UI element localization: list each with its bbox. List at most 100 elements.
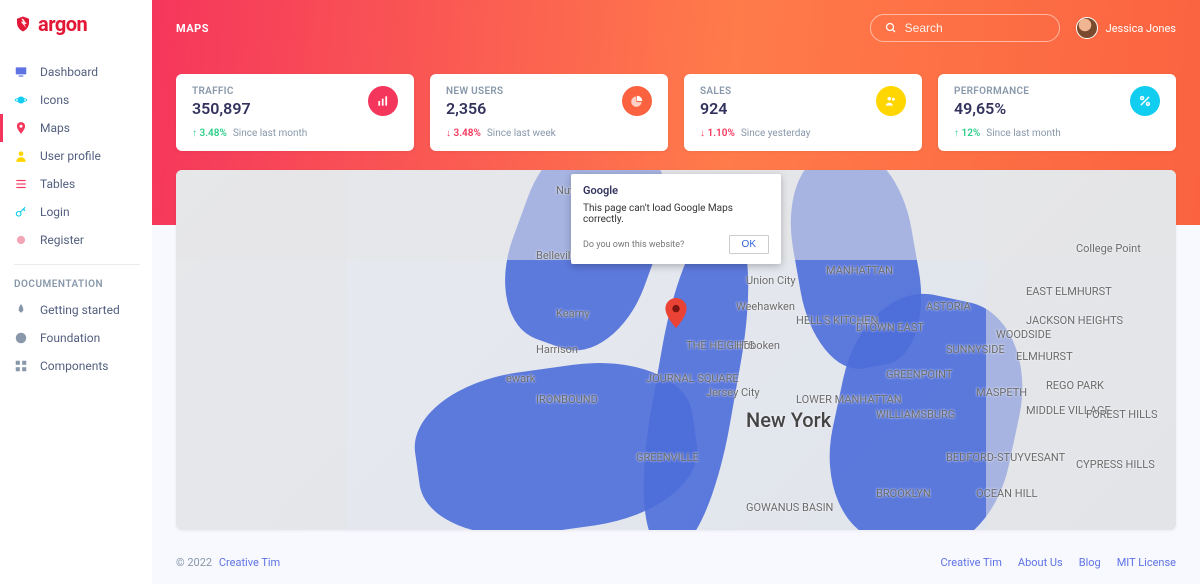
sidebar-doc-components[interactable]: Components <box>12 352 142 380</box>
map-place-label: JACKSON HEIGHTS <box>1026 314 1123 327</box>
footer: © 2022 Creative Tim Creative Tim About Us… <box>176 540 1176 584</box>
chart-icon <box>368 86 398 116</box>
sidebar-item-dashboard[interactable]: Dashboard <box>12 58 142 86</box>
popup-message: This page can't load Google Maps correct… <box>583 203 769 225</box>
map-place-label: OCEAN HILL <box>976 487 1037 500</box>
user-icon <box>14 149 28 163</box>
breadcrumb: MAPS <box>176 22 209 35</box>
footer-link[interactable]: MIT License <box>1117 556 1176 569</box>
map-place-label: MANHATTAN <box>826 264 893 277</box>
search-box[interactable] <box>870 14 1060 42</box>
map-place-label: LOWER MANHATTAN <box>796 393 902 406</box>
map-place-label: Union City <box>746 274 796 287</box>
card-delta: ↑ 12% <box>954 128 980 139</box>
main: MAPS Jessica Jones TRAFFIC 350,897 <box>152 0 1200 584</box>
footer-link[interactable]: Blog <box>1079 556 1101 569</box>
card-category: TRAFFIC <box>192 86 251 97</box>
popup-ok-button[interactable]: OK <box>729 235 769 254</box>
map-dim-overlay <box>176 170 346 530</box>
map-place-label: SUNNYSIDE <box>946 343 1005 356</box>
sidebar-item-label: Dashboard <box>40 65 98 79</box>
sidebar-item-label: Maps <box>40 121 70 135</box>
brand-shield-icon <box>14 15 32 33</box>
pin-icon <box>14 121 28 135</box>
stat-card-performance: PERFORMANCE 49,65% ↑ 12% Since last mont… <box>938 74 1176 151</box>
sidebar-item-label: Login <box>40 205 70 219</box>
card-value: 49,65% <box>954 99 1029 118</box>
map-place-label: Weehawken <box>736 300 795 313</box>
card-since: Since last month <box>233 128 307 139</box>
sidebar-item-label: Icons <box>40 93 69 107</box>
percent-icon <box>1130 86 1160 116</box>
avatar <box>1076 17 1098 39</box>
search-icon <box>885 22 897 34</box>
map-place-label: CYPRESS HILLS <box>1076 458 1155 471</box>
map-container[interactable]: NutleyLyndhurstBellevilleKearnyHarrisone… <box>176 170 1176 530</box>
footer-link[interactable]: Creative Tim <box>941 556 1002 569</box>
map-place-label: Jersey City <box>706 386 760 399</box>
user-menu[interactable]: Jessica Jones <box>1076 17 1176 39</box>
sidebar: argon Dashboard Icons Maps User profile Tabl… <box>0 0 152 584</box>
doc-heading: DOCUMENTATION <box>12 275 142 296</box>
sidebar-item-maps[interactable]: Maps <box>12 114 142 142</box>
sidebar-item-label: Register <box>40 233 84 247</box>
popup-question-link[interactable]: Do you own this website? <box>583 240 684 250</box>
copyright: © 2022 Creative Tim <box>176 556 280 569</box>
topbar: MAPS Jessica Jones <box>152 0 1200 42</box>
map-place-label: IRONBOUND <box>536 393 598 406</box>
map-place-label: ASTORIA <box>926 300 971 313</box>
sidebar-item-label: Foundation <box>40 331 100 345</box>
map-place-label: DTOWN EAST <box>856 321 924 334</box>
popup-title: Google <box>583 184 769 197</box>
card-delta: ↓ 1.10% <box>700 128 735 139</box>
search-input[interactable] <box>905 21 1045 35</box>
footer-link[interactable]: About Us <box>1018 556 1063 569</box>
sidebar-doc-getting-started[interactable]: Getting started <box>12 296 142 324</box>
footer-brand-link[interactable]: Creative Tim <box>219 556 280 569</box>
map-place-label: New York <box>746 408 831 432</box>
map-place-label: EAST ELMHURST <box>1026 285 1112 298</box>
map-place-label: BEDFORD-STUYVESANT <box>946 451 1065 464</box>
users-icon <box>876 86 906 116</box>
map-place-label: ELMHURST <box>1016 350 1073 363</box>
map-place-label: MASPETH <box>976 386 1027 399</box>
card-since: Since last week <box>487 128 556 139</box>
card-category: PERFORMANCE <box>954 86 1029 97</box>
map-error-popup: Google This page can't load Google Maps … <box>571 174 781 264</box>
card-delta: ↑ 3.48% <box>192 128 227 139</box>
sidebar-item-label: Tables <box>40 177 75 191</box>
map-place-label: WOODSIDE <box>996 328 1051 341</box>
key-icon <box>14 205 28 219</box>
sidebar-item-icons[interactable]: Icons <box>12 86 142 114</box>
brand[interactable]: argon <box>14 12 142 36</box>
stat-card-sales: SALES 924 ↓ 1.10% Since yesterday <box>684 74 922 151</box>
sidebar-item-label: User profile <box>40 149 101 163</box>
sidebar-item-login[interactable]: Login <box>12 198 142 226</box>
palette-icon <box>14 331 28 345</box>
footer-links: Creative Tim About Us Blog MIT License <box>925 556 1176 569</box>
stat-card-traffic: TRAFFIC 350,897 ↑ 3.48% Since last month <box>176 74 414 151</box>
card-category: SALES <box>700 86 731 97</box>
sidebar-doc-foundation[interactable]: Foundation <box>12 324 142 352</box>
card-value: 350,897 <box>192 99 251 118</box>
map-dim-overlay <box>986 170 1176 530</box>
map-place-label: BROOKLYN <box>876 487 931 500</box>
map-place-label: Kearny <box>556 307 590 320</box>
sidebar-item-user-profile[interactable]: User profile <box>12 142 142 170</box>
map-place-label: GREENPOINT <box>886 368 952 381</box>
card-since: Since last month <box>986 128 1060 139</box>
grid-icon <box>14 359 28 373</box>
circle-icon <box>14 233 28 247</box>
rocket-icon <box>14 303 28 317</box>
map-place-label: Harrison <box>536 343 578 356</box>
map-place-label: FOREST HILLS <box>1086 408 1158 421</box>
sidebar-item-tables[interactable]: Tables <box>12 170 142 198</box>
planet-icon <box>14 93 28 107</box>
sidebar-item-register[interactable]: Register <box>12 226 142 254</box>
map-place-label: Hoboken <box>736 339 780 352</box>
map-marker-icon[interactable] <box>665 298 687 328</box>
user-name: Jessica Jones <box>1106 22 1176 35</box>
sidebar-item-label: Getting started <box>40 303 120 317</box>
map-place-label: GREENVILLE <box>636 451 699 464</box>
map-place-label: ewark <box>506 372 535 385</box>
